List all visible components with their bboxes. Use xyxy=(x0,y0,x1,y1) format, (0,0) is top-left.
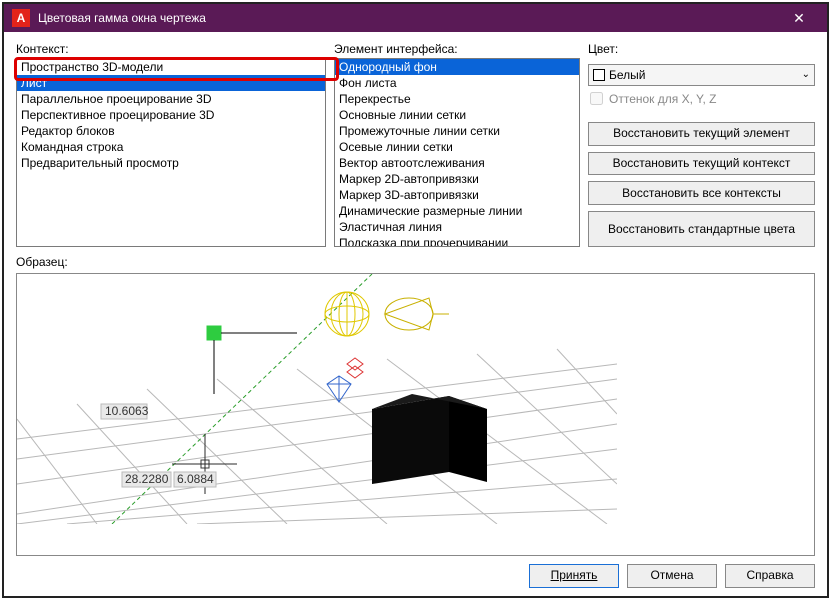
globe-icon xyxy=(325,292,369,336)
element-item[interactable]: Подсказка при прочерчивании xyxy=(335,235,579,247)
black-cube xyxy=(372,394,487,484)
titlebar: A Цветовая гамма окна чертежа ✕ xyxy=(4,4,827,32)
context-column: Контекст: Пространство 3D-моделиЛистПара… xyxy=(16,42,326,247)
close-button[interactable]: ✕ xyxy=(779,4,819,32)
green-marker xyxy=(207,326,221,340)
color-value: Белый xyxy=(609,68,645,82)
tint-checkbox xyxy=(590,92,603,105)
restore-element-button[interactable]: Восстановить текущий элемент xyxy=(588,122,815,146)
context-item[interactable]: Пространство 3D-модели xyxy=(17,59,325,75)
ok-button[interactable]: Принять xyxy=(529,564,619,588)
color-label: Цвет: xyxy=(588,42,815,56)
element-item[interactable]: Маркер 2D-автопривязки xyxy=(335,171,579,187)
cancel-button[interactable]: Отмена xyxy=(627,564,717,588)
context-item[interactable]: Командная строка xyxy=(17,139,325,155)
color-dropdown[interactable]: Белый ⌄ xyxy=(588,64,815,86)
element-item[interactable]: Перекрестье xyxy=(335,91,579,107)
color-column: Цвет: Белый ⌄ Оттенок для X, Y, Z Восста… xyxy=(588,42,815,247)
lamp-icon xyxy=(385,298,449,330)
elements-column: Элемент интерфейса: Однородный фонФон ли… xyxy=(334,42,580,247)
context-item[interactable]: Лист xyxy=(17,75,325,91)
sample-preview: 10.6063 28.2280 6.0884 xyxy=(16,273,815,556)
help-button[interactable]: Справка xyxy=(725,564,815,588)
context-label: Контекст: xyxy=(16,42,326,56)
element-item[interactable]: Фон листа xyxy=(335,75,579,91)
elements-listbox[interactable]: Однородный фонФон листаПерекрестьеОсновн… xyxy=(334,58,580,247)
element-item[interactable]: Основные линии сетки xyxy=(335,107,579,123)
element-item[interactable]: Промежуточные линии сетки xyxy=(335,123,579,139)
app-icon: A xyxy=(12,9,30,27)
restore-all-contexts-button[interactable]: Восстановить все контексты xyxy=(588,181,815,205)
element-item[interactable]: Вектор автоотслеживания xyxy=(335,155,579,171)
context-item[interactable]: Параллельное проецирование 3D xyxy=(17,91,325,107)
chevron-down-icon: ⌄ xyxy=(802,69,810,80)
red-marker-icon xyxy=(347,358,363,378)
sample-label: Образец: xyxy=(16,255,815,269)
preview-svg: 10.6063 28.2280 6.0884 xyxy=(17,274,617,524)
restore-std-colors-button[interactable]: Восстановить стандартные цвета xyxy=(588,211,815,247)
context-item[interactable]: Перспективное проецирование 3D xyxy=(17,107,325,123)
tint-label: Оттенок для X, Y, Z xyxy=(609,92,717,106)
color-swatch xyxy=(593,69,605,81)
element-item[interactable]: Однородный фон xyxy=(335,59,579,75)
context-item[interactable]: Предварительный просмотр xyxy=(17,155,325,171)
tint-row: Оттенок для X, Y, Z xyxy=(588,92,815,106)
dialog-buttons: Принять Отмена Справка xyxy=(16,556,815,588)
elements-label: Элемент интерфейса: xyxy=(334,42,580,56)
tooltip-z-text: 10.6063 xyxy=(105,404,149,418)
tooltip-x-text: 28.2280 xyxy=(125,472,169,486)
element-item[interactable]: Динамические размерные линии xyxy=(335,203,579,219)
context-listbox[interactable]: Пространство 3D-моделиЛистПараллельное п… xyxy=(16,58,326,247)
titlebar-title: Цветовая гамма окна чертежа xyxy=(38,11,779,25)
element-item[interactable]: Маркер 3D-автопривязки xyxy=(335,187,579,203)
element-item[interactable]: Эластичная линия xyxy=(335,219,579,235)
restore-context-button[interactable]: Восстановить текущий контекст xyxy=(588,152,815,176)
tooltip-y-text: 6.0884 xyxy=(177,472,214,486)
grid-lines xyxy=(17,349,617,524)
context-item[interactable]: Редактор блоков xyxy=(17,123,325,139)
element-item[interactable]: Осевые линии сетки xyxy=(335,139,579,155)
